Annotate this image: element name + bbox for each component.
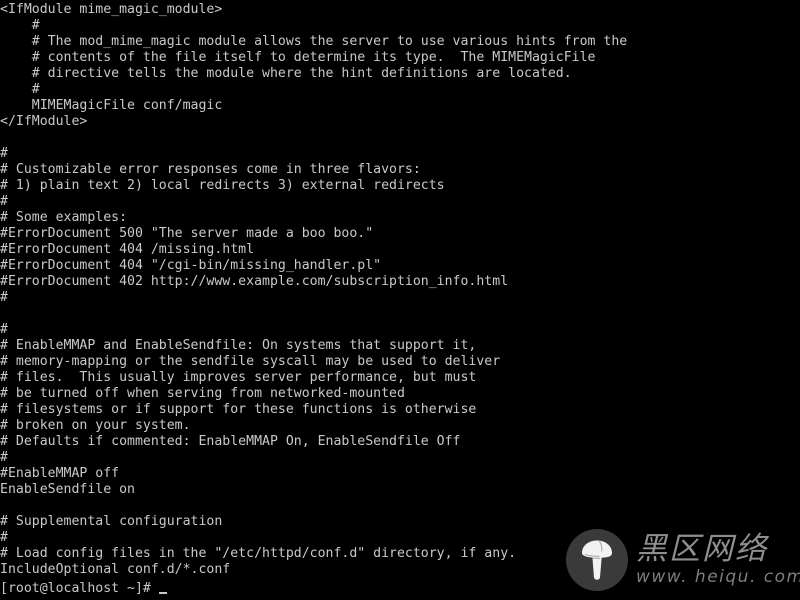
terminal-line: #ErrorDocument 402 http://www.example.co… <box>0 274 509 289</box>
terminal-line: # <box>0 18 40 33</box>
terminal-line: # directive tells the module where the h… <box>0 66 572 81</box>
terminal-line: EnableSendfile on <box>0 482 135 497</box>
terminal-line: IncludeOptional conf.d/*.conf <box>0 562 231 577</box>
terminal-line: # broken on your system. <box>0 418 191 433</box>
terminal-line: # memory-mapping or the sendfile syscall… <box>0 354 501 369</box>
terminal-line: # <box>0 530 8 545</box>
terminal-line: # Supplemental configuration <box>0 514 223 529</box>
terminal-line: # files. This usually improves server pe… <box>0 370 477 385</box>
terminal-line: # 1) plain text 2) local redirects 3) ex… <box>0 178 445 193</box>
terminal-line: # <box>0 322 8 337</box>
terminal-screen-buffer: <IfModule mime_magic_module> # # The mod… <box>0 2 800 596</box>
terminal-line: #EnableMMAP off <box>0 466 120 481</box>
text-cursor <box>158 578 167 594</box>
terminal-line: </IfModule> <box>0 114 88 129</box>
terminal-line: #ErrorDocument 404 "/cgi-bin/missing_han… <box>0 258 382 273</box>
terminal-line: # <box>0 194 8 209</box>
terminal-window[interactable]: <IfModule mime_magic_module> # # The mod… <box>0 0 800 600</box>
terminal-line: # <box>0 82 40 97</box>
terminal-line: # contents of the file itself to determi… <box>0 50 596 65</box>
terminal-line: # <box>0 146 8 161</box>
terminal-line: MIMEMagicFile conf/magic <box>0 98 223 113</box>
terminal-prompt-line[interactable]: [root@localhost ~]# <box>0 578 800 596</box>
terminal-line: # EnableMMAP and EnableSendfile: On syst… <box>0 338 477 353</box>
terminal-line: # Defaults if commented: EnableMMAP On, … <box>0 434 461 449</box>
shell-prompt: [root@localhost ~]# <box>0 581 159 596</box>
terminal-line: # The mod_mime_magic module allows the s… <box>0 34 628 49</box>
terminal-line: # Load config files in the "/etc/httpd/c… <box>0 546 517 561</box>
terminal-line: # Some examples: <box>0 210 128 225</box>
terminal-line: # filesystems or if support for these fu… <box>0 402 477 417</box>
terminal-line: # <box>0 450 8 465</box>
terminal-line: <IfModule mime_magic_module> <box>0 2 223 17</box>
terminal-line: #ErrorDocument 404 /missing.html <box>0 242 255 257</box>
terminal-line: # <box>0 290 8 305</box>
terminal-line: #ErrorDocument 500 "The server made a bo… <box>0 226 374 241</box>
terminal-line: # be turned off when serving from networ… <box>0 386 405 401</box>
terminal-line: # Customizable error responses come in t… <box>0 162 421 177</box>
